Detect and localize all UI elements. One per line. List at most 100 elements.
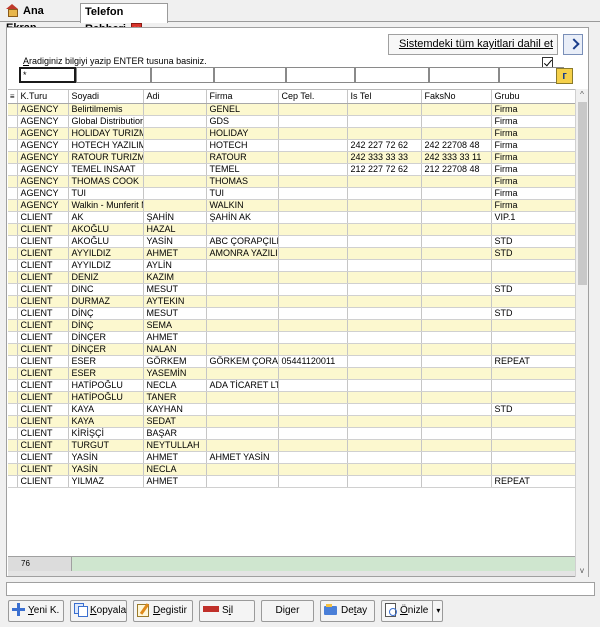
row-indicator[interactable] [8,415,18,428]
edit-button[interactable]: Degistir [133,600,193,622]
table-cell[interactable]: DENIZ [68,271,144,284]
table-cell[interactable] [143,139,207,152]
table-cell[interactable] [278,163,348,176]
filter-input-k-turu[interactable] [19,67,76,83]
row-indicator[interactable] [8,223,18,236]
table-row[interactable]: CLIENT DİNÇ SEMA [8,319,575,332]
filter-input-grubu[interactable] [499,67,564,83]
copy-button[interactable]: Kopyala [70,600,127,622]
table-cell[interactable] [278,151,348,164]
table-cell[interactable]: CLIENT [17,379,69,392]
table-cell[interactable] [491,379,575,392]
table-cell[interactable] [421,115,492,128]
table-cell[interactable] [421,379,492,392]
column-header[interactable]: Grubu [491,90,575,104]
table-cell[interactable] [347,271,422,284]
table-cell[interactable] [347,403,422,416]
column-header[interactable]: FaksNo [421,90,492,104]
table-cell[interactable]: AGENCY [17,103,69,116]
table-cell[interactable]: GDS [206,115,279,128]
table-row[interactable]: CLIENT YASİN AHMET AHMET YASİN [8,451,575,464]
filter-input-faksno[interactable] [429,67,499,83]
table-cell[interactable]: 05441120011 [278,355,348,368]
table-cell[interactable]: DURMAZ [68,295,144,308]
table-cell[interactable]: AKOĞLU [68,223,144,236]
table-row[interactable]: CLIENT AK ŞAHİN ŞAHİN AK VIP.1 [8,211,575,224]
table-cell[interactable]: YASİN [143,235,207,248]
table-cell[interactable] [347,187,422,200]
table-cell[interactable] [278,295,348,308]
table-cell[interactable]: RATOUR [206,151,279,164]
table-cell[interactable] [347,451,422,464]
table-row[interactable]: AGENCY HOTECH YAZILIM HOTECH 242 227 72 62 2… [8,139,575,152]
table-row[interactable]: CLIENT YASİN NECLA [8,463,575,476]
table-cell[interactable]: CLIENT [17,343,69,356]
filter-icon[interactable]: ᴦ [556,68,573,84]
table-cell[interactable]: Belirtilmemis [68,103,144,116]
table-cell[interactable] [206,475,279,488]
table-cell[interactable]: CLIENT [17,295,69,308]
table-cell[interactable] [278,247,348,260]
table-cell[interactable]: Firma [491,151,575,164]
delete-button[interactable]: Sil [199,600,255,622]
table-cell[interactable] [278,319,348,332]
table-cell[interactable] [206,223,279,236]
include-all-checkbox[interactable]: Sistemdeki tüm kayitlari dahil et [388,34,558,68]
row-indicator[interactable] [8,235,18,248]
table-cell[interactable]: CLIENT [17,427,69,440]
table-cell[interactable]: NALAN [143,343,207,356]
table-cell[interactable] [278,463,348,476]
table-cell[interactable]: AYYILDIZ [68,247,144,260]
table-cell[interactable]: STD [491,247,575,260]
table-cell[interactable]: MESUT [143,307,207,320]
table-cell[interactable] [347,331,422,344]
table-cell[interactable]: DİNÇ [68,319,144,332]
table-cell[interactable]: AHMET [143,475,207,488]
table-row[interactable]: CLIENT ESER GÖRKEM GÖRKEM ÇORAF 05441120011 R… [8,355,575,368]
table-cell[interactable]: AYYILDIZ [68,259,144,272]
table-cell[interactable]: KAYA [68,403,144,416]
table-cell[interactable]: DİNÇER [68,343,144,356]
filter-input-is-tel[interactable] [355,67,429,83]
column-header[interactable]: Cep Tel. [278,90,348,104]
table-cell[interactable]: CLIENT [17,403,69,416]
table-cell[interactable] [347,127,422,140]
table-cell[interactable] [421,271,492,284]
table-cell[interactable] [421,199,492,212]
table-row[interactable]: CLIENT DINC MESUT STD [8,283,575,296]
table-cell[interactable]: HOLIDAY [206,127,279,140]
table-cell[interactable] [491,451,575,464]
table-cell[interactable]: DİNÇER [68,331,144,344]
table-cell[interactable] [143,151,207,164]
row-indicator[interactable] [8,463,18,476]
table-cell[interactable]: NECLA [143,463,207,476]
row-indicator[interactable] [8,247,18,260]
table-cell[interactable]: WALKIN [206,199,279,212]
table-cell[interactable] [278,139,348,152]
row-indicator[interactable] [8,295,18,308]
table-cell[interactable]: GENEL [206,103,279,116]
table-cell[interactable] [347,367,422,380]
table-cell[interactable] [278,379,348,392]
scroll-down-icon[interactable]: v [576,565,588,577]
table-cell[interactable] [491,343,575,356]
table-row[interactable]: AGENCY Global Distribution GDS Firma [8,115,575,128]
scroll-up-icon[interactable]: ^ [576,89,588,101]
table-cell[interactable]: CLIENT [17,235,69,248]
table-cell[interactable] [421,247,492,260]
column-header[interactable]: Soyadi [68,90,144,104]
table-cell[interactable]: ESER [68,367,144,380]
detail-button[interactable]: Detay [320,600,375,622]
table-cell[interactable] [421,343,492,356]
table-cell[interactable]: SEMA [143,319,207,332]
table-cell[interactable]: Firma [491,187,575,200]
table-row[interactable]: CLIENT ESER YASEMİN [8,367,575,380]
row-indicator[interactable] [8,451,18,464]
table-cell[interactable] [347,427,422,440]
table-cell[interactable] [347,199,422,212]
table-cell[interactable] [143,127,207,140]
table-cell[interactable] [421,463,492,476]
table-cell[interactable]: 212 22708 48 [421,163,492,176]
table-cell[interactable]: CLIENT [17,475,69,488]
table-cell[interactable]: YILMAZ [68,475,144,488]
